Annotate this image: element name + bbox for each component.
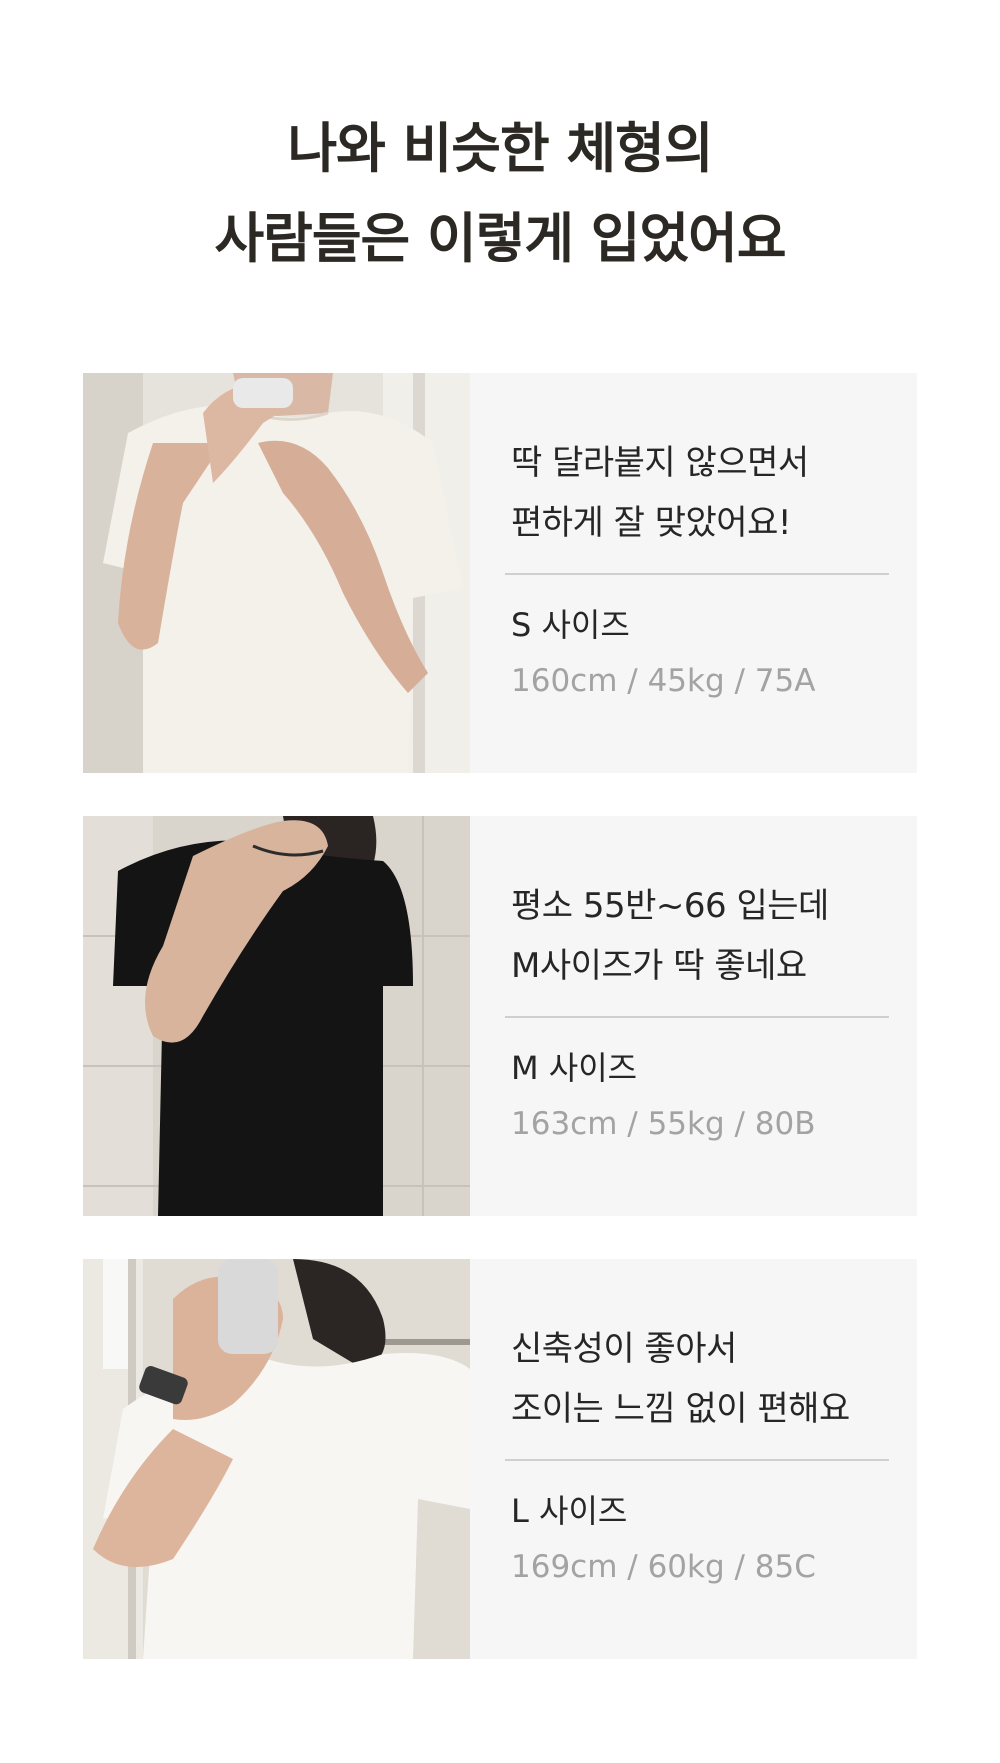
review-size: M 사이즈 (511, 1049, 638, 1087)
review-measurements: 169cm / 60kg / 85C (511, 1549, 816, 1585)
review-photo-white-tshirt (83, 373, 470, 773)
review-comment-line-1: 평소 55반~66 입는데 (511, 886, 829, 926)
divider (505, 1459, 889, 1461)
review-photo-white-tshirt-2 (83, 1259, 470, 1659)
review-info: 딱 달라붙지 않으면서 편하게 잘 맞았어요! S 사이즈 160cm / 45… (505, 373, 889, 773)
review-comment-line-2: M사이즈가 딱 좋네요 (511, 946, 807, 986)
review-info: 신축성이 좋아서 조이는 느낌 없이 편해요 L 사이즈 169cm / 60k… (505, 1259, 889, 1659)
review-size: L 사이즈 (511, 1492, 628, 1530)
review-comment-line-2: 편하게 잘 맞았어요! (511, 503, 792, 543)
review-size: S 사이즈 (511, 606, 630, 644)
review-card-s: 딱 달라붙지 않으면서 편하게 잘 맞았어요! S 사이즈 160cm / 45… (83, 373, 917, 773)
review-measurements: 160cm / 45kg / 75A (511, 663, 816, 699)
review-photo-black-tshirt (83, 816, 470, 1216)
review-card-l: 신축성이 좋아서 조이는 느낌 없이 편해요 L 사이즈 169cm / 60k… (83, 1259, 917, 1659)
review-comment-line-1: 신축성이 좋아서 (511, 1329, 737, 1369)
page-title: 나와 비슷한 체형의 사람들은 이렇게 입었어요 (0, 104, 1000, 284)
review-measurements: 163cm / 55kg / 80B (511, 1106, 816, 1142)
review-info: 평소 55반~66 입는데 M사이즈가 딱 좋네요 M 사이즈 163cm / … (505, 816, 889, 1216)
review-card-m: 평소 55반~66 입는데 M사이즈가 딱 좋네요 M 사이즈 163cm / … (83, 816, 917, 1216)
review-comment: 신축성이 좋아서 조이는 느낌 없이 편해요 (511, 1319, 891, 1439)
review-comment: 평소 55반~66 입는데 M사이즈가 딱 좋네요 (511, 876, 891, 996)
review-comment-line-2: 조이는 느낌 없이 편해요 (511, 1389, 850, 1429)
divider (505, 573, 889, 575)
review-comment: 딱 달라붙지 않으면서 편하게 잘 맞았어요! (511, 433, 891, 553)
divider (505, 1016, 889, 1018)
title-line-1: 나와 비슷한 체형의 (287, 117, 713, 180)
title-line-2: 사람들은 이렇게 입었어요 (214, 207, 786, 270)
review-comment-line-1: 딱 달라붙지 않으면서 (511, 443, 809, 483)
